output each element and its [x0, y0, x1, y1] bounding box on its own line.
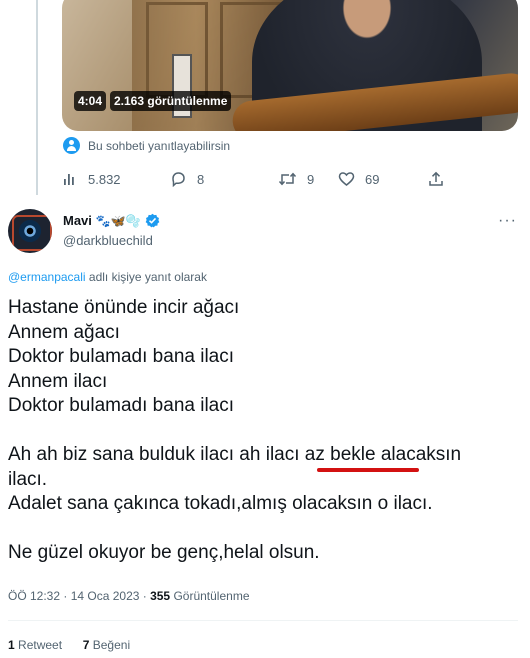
- avatar[interactable]: [8, 209, 52, 253]
- reply-permission-note: Bu sohbeti yanıtlayabilirsin: [63, 137, 230, 154]
- author-display-name: Mavi: [63, 213, 92, 228]
- author-emojis: 🐾🦋🫧: [95, 213, 141, 228]
- tweet-view-count: 355: [150, 589, 171, 603]
- retweet-count: 9: [307, 171, 315, 187]
- author-name[interactable]: Mavi 🐾🦋🫧: [63, 213, 160, 228]
- thread-connector-line: [36, 0, 38, 195]
- divider: [8, 620, 518, 621]
- reply-permission-text: Bu sohbeti yanıtlayabilirsin: [88, 138, 231, 153]
- annotation-underline: [317, 468, 419, 472]
- retweet-icon: [278, 172, 297, 186]
- video-duration-badge: 4:04: [74, 91, 107, 111]
- tweet-text: Hastane önünde incir ağacı Annem ağacı D…: [8, 297, 462, 563]
- like-action[interactable]: 69: [338, 171, 379, 187]
- tweet-view-label: Görüntülenme: [170, 589, 250, 603]
- tweet-stats: 1 Retweet 7 Beğeni: [8, 638, 130, 652]
- like-count: 69: [365, 171, 380, 187]
- share-icon: [429, 171, 443, 186]
- reply-to-line: @ermanpacali adlı kişiye yanıt olarak: [8, 270, 207, 284]
- likes-stat[interactable]: 7 Beğeni: [83, 638, 130, 652]
- reply-to-suffix: adlı kişiye yanıt olarak: [85, 270, 207, 284]
- like-label: Beğeni: [89, 638, 131, 652]
- heart-icon: [338, 172, 355, 186]
- reply-count: 8: [197, 171, 205, 187]
- retweets-stat[interactable]: 1 Retweet: [8, 638, 62, 652]
- retweet-total: 1: [8, 638, 15, 652]
- reply-to-mention[interactable]: @ermanpacali: [8, 270, 86, 284]
- author-handle[interactable]: @darkbluechild: [63, 233, 153, 248]
- more-options-icon[interactable]: ···: [498, 212, 517, 230]
- video-player[interactable]: 4:04 2.163 görüntülenme: [62, 0, 518, 131]
- retweet-action[interactable]: 9: [278, 171, 314, 187]
- share-action[interactable]: [428, 171, 444, 187]
- views-count: 5.832: [88, 171, 121, 187]
- reply-action[interactable]: 8: [170, 171, 204, 187]
- retweet-label: Retweet: [14, 638, 63, 652]
- video-views-badge: 2.163 görüntülenme: [110, 91, 232, 111]
- tweet-time-date[interactable]: ÖÖ 12:32 · 14 Oca 2023 ·: [8, 589, 150, 603]
- person-icon: [63, 137, 80, 154]
- reply-icon: [172, 172, 185, 187]
- tweet-timestamp-line: ÖÖ 12:32 · 14 Oca 2023 · 355 Görüntülenm…: [8, 589, 250, 603]
- analytics-icon: [64, 174, 74, 185]
- views-action[interactable]: 5.832: [62, 171, 121, 187]
- verified-badge-icon: [145, 213, 160, 228]
